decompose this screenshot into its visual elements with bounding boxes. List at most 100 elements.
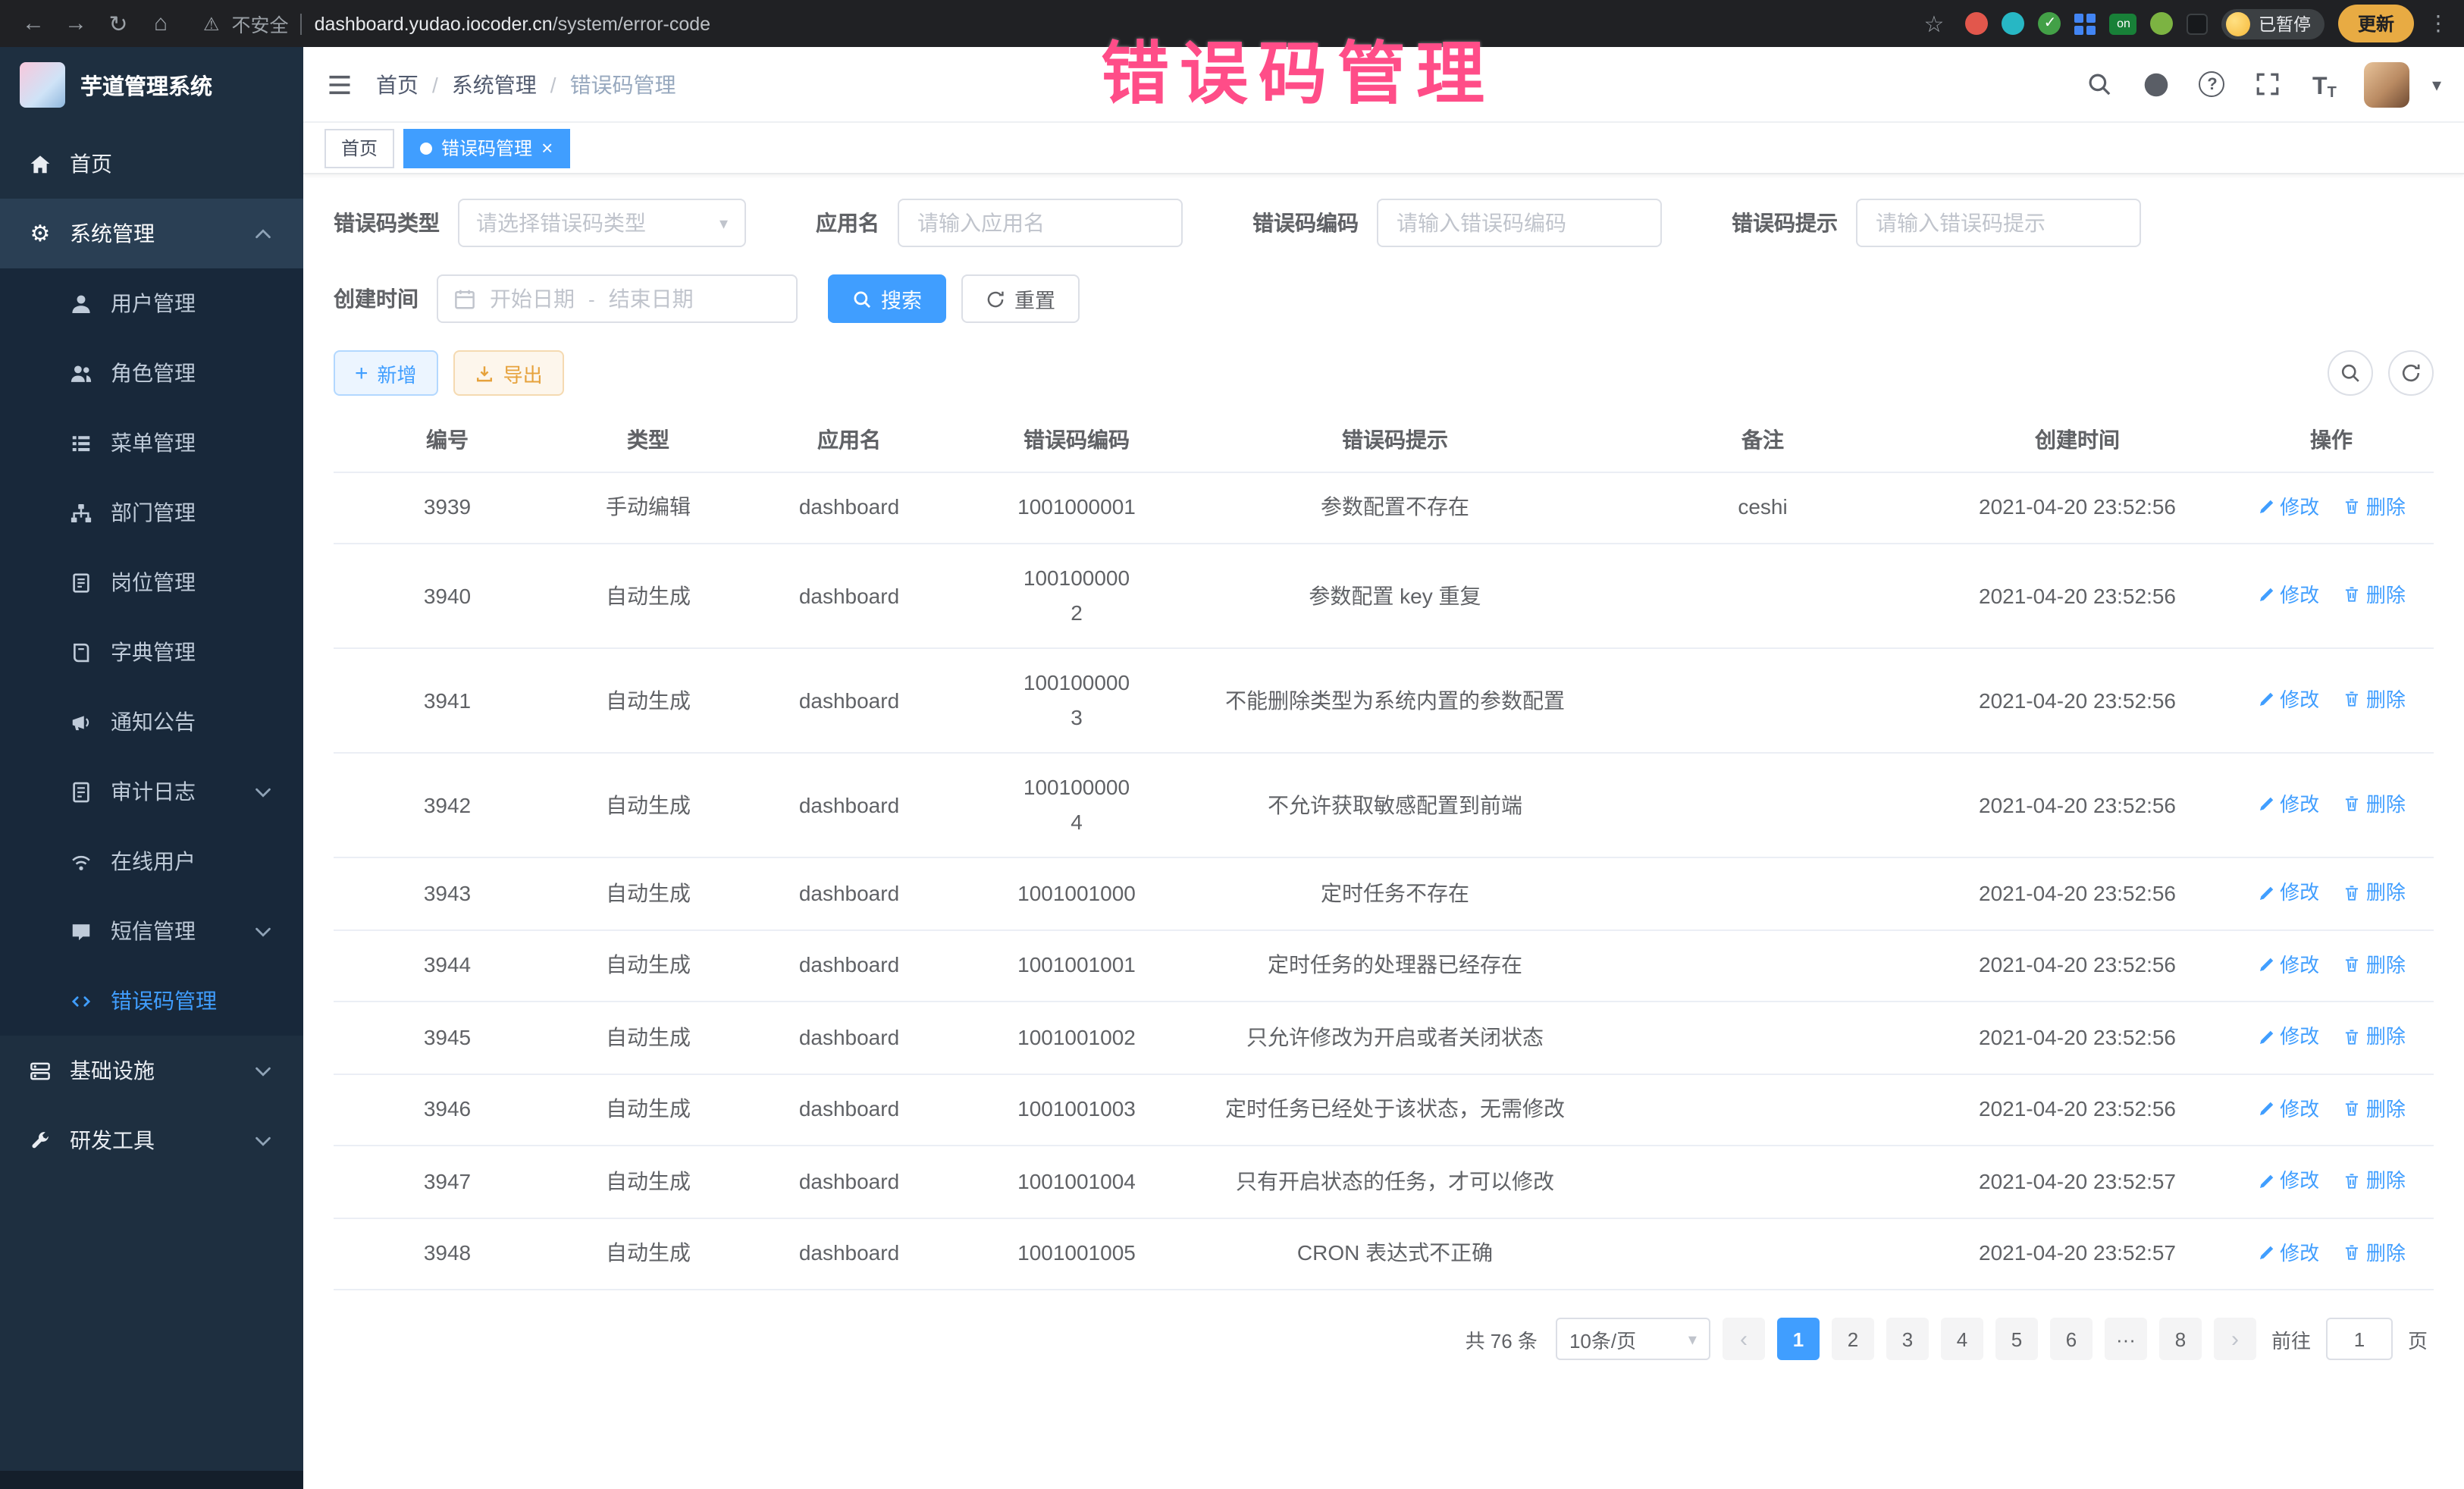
page-button-3[interactable]: 3 [1886, 1318, 1929, 1360]
font-size-icon[interactable]: TT [2308, 67, 2341, 101]
edit-link[interactable]: 修改 [2257, 578, 2319, 613]
extension-icon-teal[interactable] [2002, 12, 2025, 35]
next-page-button[interactable]: › [2214, 1318, 2256, 1360]
delete-link[interactable]: 删除 [2343, 1235, 2406, 1270]
page-button-2[interactable]: 2 [1832, 1318, 1874, 1360]
sidebar-item-dept-management[interactable]: 部门管理 [0, 478, 303, 547]
breadcrumb-home[interactable]: 首页 [376, 69, 419, 99]
toggle-search-button[interactable] [2328, 350, 2373, 396]
sidebar-item-error-code-management[interactable]: 错误码管理 [0, 966, 303, 1036]
profile-paused-chip[interactable]: 已暂停 [2222, 8, 2324, 39]
sidebar-item-role-management[interactable]: 角色管理 [0, 338, 303, 408]
page-button-6[interactable]: 6 [2050, 1318, 2093, 1360]
error-type-select[interactable]: 请选择错误码类型 ▾ [458, 199, 746, 247]
edit-link[interactable]: 修改 [2257, 947, 2319, 982]
delete-link[interactable]: 删除 [2343, 1091, 2406, 1126]
sidebar-item-menu-management[interactable]: 菜单管理 [0, 408, 303, 478]
cell-remark [1600, 1146, 1926, 1218]
caret-down-icon[interactable]: ▾ [2432, 74, 2441, 95]
bookmark-star-icon[interactable]: ☆ [1916, 7, 1952, 40]
prev-page-button[interactable]: ‹ [1723, 1318, 1765, 1360]
cell-created: 2021-04-20 23:52:56 [1926, 472, 2229, 544]
search-button[interactable]: 搜索 [828, 274, 946, 323]
search-icon[interactable] [2083, 67, 2117, 101]
sidebar-item-user-management[interactable]: 用户管理 [0, 268, 303, 338]
close-icon[interactable]: × [541, 138, 553, 158]
delete-link[interactable]: 删除 [2343, 578, 2406, 613]
page-button-8[interactable]: 8 [2159, 1318, 2202, 1360]
delete-link[interactable]: 删除 [2343, 1019, 2406, 1054]
extension-icon-lime[interactable] [2151, 12, 2174, 35]
sidebar-item-audit-log[interactable]: 审计日志 [0, 757, 303, 826]
error-message-input[interactable] [1856, 199, 2141, 247]
app-name-input[interactable] [898, 199, 1183, 247]
edit-link[interactable]: 修改 [2257, 682, 2319, 717]
page-button-4[interactable]: 4 [1941, 1318, 1983, 1360]
extension-icon-red[interactable] [1966, 12, 1989, 35]
cell-code: 1001001004 [963, 1146, 1190, 1218]
address-bar[interactable]: ⚠ 不安全 dashboard.yudao.iocoder.cn/system/… [185, 4, 1910, 43]
page-button-1[interactable]: 1 [1777, 1318, 1820, 1360]
refresh-table-button[interactable] [2388, 350, 2434, 396]
app-logo[interactable]: 芋道管理系统 [0, 47, 303, 123]
forward-icon[interactable]: → [58, 7, 94, 40]
cell-actions: 修改 删除 [2229, 1146, 2434, 1218]
breadcrumb-system[interactable]: 系统管理 [452, 69, 537, 99]
edit-link[interactable]: 修改 [2257, 1091, 2319, 1126]
edit-link[interactable]: 修改 [2257, 875, 2319, 910]
delete-link[interactable]: 删除 [2343, 875, 2406, 910]
extension-icon-blue-grid[interactable] [2075, 13, 2096, 34]
extension-icon-pinned[interactable] [2187, 13, 2209, 34]
sidebar-item-devtools[interactable]: 研发工具 [0, 1105, 303, 1175]
cell-type: 自动生成 [561, 1218, 735, 1290]
tab-home[interactable]: 首页 [324, 128, 394, 168]
page-button-5[interactable]: 5 [1995, 1318, 2038, 1360]
browser-update-button[interactable]: 更新 [2338, 5, 2414, 42]
goto-page-input[interactable] [2326, 1318, 2393, 1360]
browser-home-icon[interactable]: ⌂ [143, 7, 179, 40]
sidebar-item-infra[interactable]: 基础设施 [0, 1036, 303, 1105]
sidebar-item-dict-management[interactable]: 字典管理 [0, 617, 303, 687]
tab-error-code[interactable]: 错误码管理 × [403, 128, 569, 168]
sidebar-item-sms-management[interactable]: 短信管理 [0, 896, 303, 966]
cell-app: dashboard [735, 1218, 963, 1290]
more-pages-button[interactable]: ··· [2105, 1318, 2147, 1360]
edit-link[interactable]: 修改 [2257, 1019, 2319, 1054]
edit-link[interactable]: 修改 [2257, 1163, 2319, 1198]
date-range-picker[interactable]: 开始日期 - 结束日期 [437, 274, 798, 323]
browser-menu-icon[interactable]: ⋮ [2428, 11, 2449, 36]
back-icon[interactable]: ← [15, 7, 52, 40]
delete-link[interactable]: 删除 [2343, 1163, 2406, 1198]
edit-link[interactable]: 修改 [2257, 489, 2319, 524]
add-button[interactable]: + 新增 [334, 350, 438, 396]
delete-link[interactable]: 删除 [2343, 489, 2406, 524]
delete-link[interactable]: 删除 [2343, 682, 2406, 717]
help-icon[interactable]: ? [2196, 67, 2229, 101]
sidebar-item-home[interactable]: 首页 [0, 129, 303, 199]
cell-message: 定时任务不存在 [1190, 857, 1600, 929]
table-row: 3939 手动编辑 dashboard 1001000001 参数配置不存在 c… [334, 472, 2434, 544]
edit-link[interactable]: 修改 [2257, 1235, 2319, 1270]
extension-icon-on-badge[interactable]: on [2110, 13, 2137, 34]
github-icon[interactable] [2140, 67, 2173, 101]
sidebar-item-system[interactable]: ⚙ 系统管理 [0, 199, 303, 268]
reset-button[interactable]: 重置 [961, 274, 1080, 323]
sidebar-toggle-icon[interactable] [326, 71, 353, 98]
export-button[interactable]: 导出 [453, 350, 564, 396]
sidebar-item-notice[interactable]: 通知公告 [0, 687, 303, 757]
delete-link[interactable]: 删除 [2343, 787, 2406, 822]
cell-actions: 修改 删除 [2229, 753, 2434, 857]
fullscreen-icon[interactable] [2252, 67, 2285, 101]
edit-link[interactable]: 修改 [2257, 787, 2319, 822]
trash-icon [2343, 1171, 2362, 1190]
sidebar-item-post-management[interactable]: 岗位管理 [0, 547, 303, 617]
delete-link[interactable]: 删除 [2343, 947, 2406, 982]
sidebar-item-online-users[interactable]: 在线用户 [0, 826, 303, 896]
error-code-input[interactable] [1377, 199, 1662, 247]
user-avatar[interactable] [2364, 61, 2409, 107]
extension-icon-green-check[interactable]: ✓ [2039, 12, 2061, 35]
page-size-select[interactable]: 10条/页 ▾ [1556, 1318, 1710, 1360]
reload-icon[interactable]: ↻ [100, 7, 136, 40]
cell-code: 1001000003 [963, 648, 1190, 753]
filter-label-date: 创建时间 [334, 284, 419, 314]
